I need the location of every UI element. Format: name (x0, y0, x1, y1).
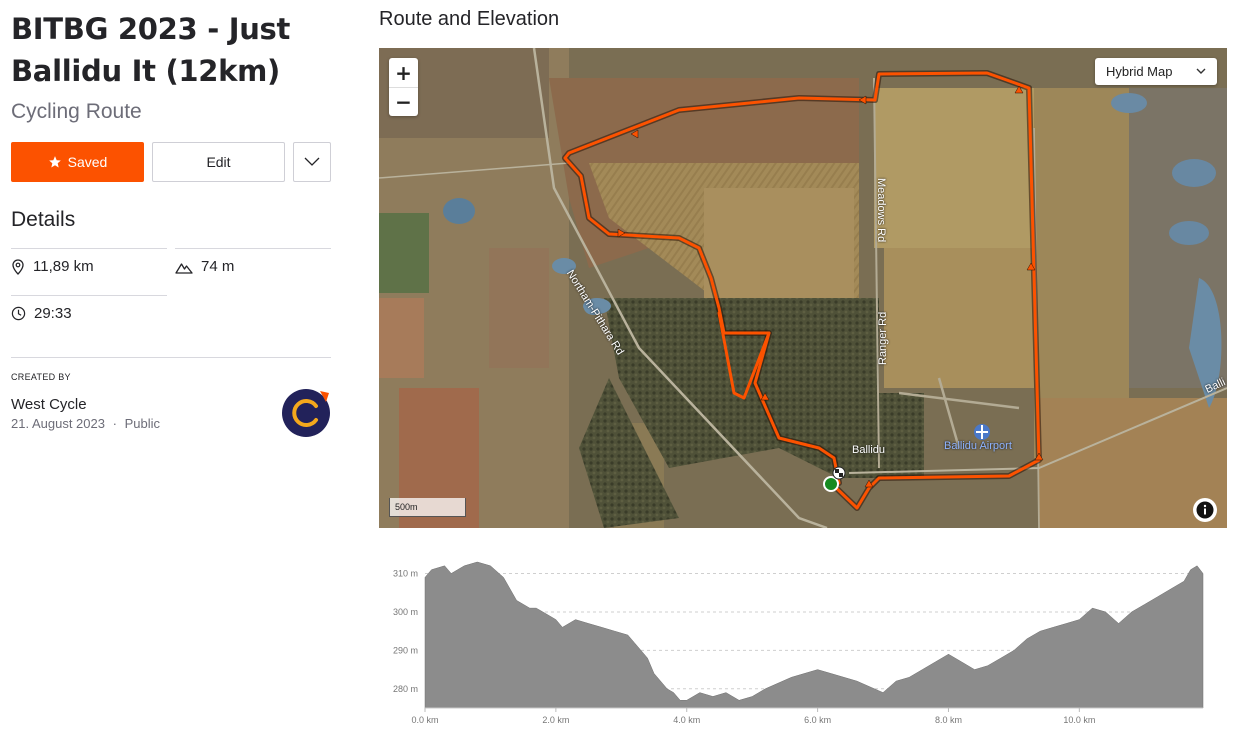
y-axis-ticks: 280 m 290 m 300 m 310 m (393, 569, 418, 694)
divider (11, 357, 331, 358)
mountain-icon (175, 262, 193, 274)
y-tick-label: 280 m (393, 684, 418, 694)
info-icon (1196, 501, 1214, 519)
info-button[interactable] (1193, 498, 1217, 522)
details-heading: Details (11, 208, 76, 231)
finish-flag-icon (832, 466, 846, 480)
time-value: 29:33 (34, 305, 72, 322)
location-pin-icon (12, 258, 24, 275)
route-meta: 21. August 2023 · Public (11, 416, 160, 431)
zoom-in-button[interactable]: + (389, 58, 418, 87)
divider (175, 248, 331, 249)
y-tick-label: 310 m (393, 569, 418, 579)
satellite-imagery (379, 48, 1227, 528)
saved-button[interactable]: Saved (11, 142, 144, 182)
section-title: Route and Elevation (379, 8, 560, 30)
x-tick-label: 4.0 km (673, 715, 700, 725)
route-type: Cycling Route (11, 100, 142, 123)
map-scale: 500m (389, 498, 466, 517)
elevation-area (424, 561, 1204, 709)
saved-button-label: Saved (67, 154, 108, 170)
chevron-down-icon (1196, 68, 1206, 74)
x-axis-ticks: 0.0 km 2.0 km 4.0 km 6.0 km 8.0 km 10.0 km (411, 708, 1095, 725)
road-label-ranger: Ranger Rd (877, 311, 889, 365)
zoom-out-button[interactable]: − (389, 87, 418, 116)
route-map[interactable]: Northam-Pithara Rd Meadows Rd Ranger Rd … (379, 48, 1227, 528)
star-icon (48, 156, 61, 168)
x-tick-label: 10.0 km (1063, 715, 1095, 725)
creator-avatar[interactable] (282, 385, 334, 437)
created-date: 21. August 2023 (11, 416, 105, 431)
more-options-button[interactable] (293, 142, 331, 182)
map-type-select[interactable]: Hybrid Map (1095, 58, 1217, 85)
distance-stat: 11,89 km (11, 258, 94, 275)
elevation-value: 74 m (201, 258, 235, 275)
time-stat: 29:33 (11, 305, 72, 322)
zoom-controls: + − (389, 58, 418, 116)
y-tick-label: 290 m (393, 645, 418, 655)
created-by-label: CREATED BY (11, 372, 71, 382)
town-label: Ballidu (852, 444, 886, 456)
route-title: BITBG 2023 - Just Ballidu It (12km) (11, 12, 291, 88)
x-tick-label: 0.0 km (411, 715, 438, 725)
elevation-stat: 74 m (175, 258, 234, 275)
map-type-value: Hybrid Map (1106, 64, 1173, 79)
meta-separator: · (112, 416, 117, 431)
chevron-down-icon (304, 157, 320, 166)
elevation-chart[interactable]: 280 m 290 m 300 m 310 m 0.0 km 2.0 km 4.0 km 6… (379, 550, 1227, 730)
route-info-panel: BITBG 2023 - Just Ballidu It (12km) Cycl… (11, 8, 333, 437)
y-tick-label: 300 m (393, 607, 418, 617)
edit-button-label: Edit (206, 154, 231, 170)
edit-button[interactable]: Edit (152, 142, 285, 182)
distance-value: 11,89 km (33, 258, 94, 275)
x-tick-label: 6.0 km (804, 715, 831, 725)
visibility: Public (124, 416, 160, 431)
divider (11, 248, 167, 249)
x-tick-label: 8.0 km (935, 715, 962, 725)
airport-label: Ballidu Airport (944, 440, 1012, 452)
route-actions: Saved Edit (11, 142, 333, 182)
x-tick-label: 2.0 km (542, 715, 569, 725)
road-label-meadows: Meadows Rd (875, 178, 887, 243)
creator-name[interactable]: West Cycle (11, 396, 87, 413)
clock-icon (11, 306, 26, 321)
divider (11, 295, 167, 296)
